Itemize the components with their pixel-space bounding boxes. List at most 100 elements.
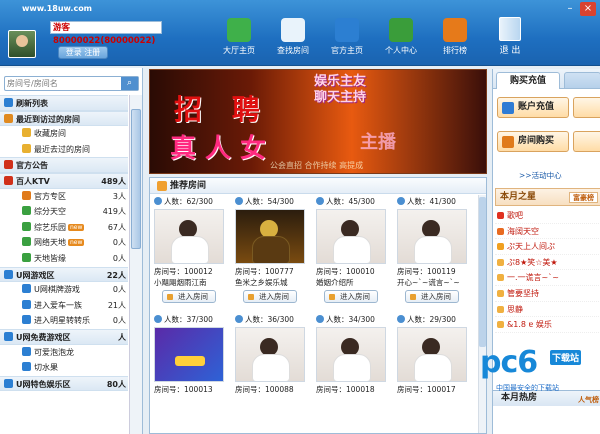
enter-room-button[interactable]: 进入房间 (243, 290, 297, 303)
room-name (235, 395, 313, 407)
star-item[interactable]: ぷ8★笑☆美★ (495, 255, 600, 271)
buy-room-button[interactable]: 房间购买 (497, 131, 569, 152)
exit-button[interactable]: 退 出 (492, 17, 528, 56)
tree-row[interactable]: 收藏房间 (0, 126, 128, 142)
tree-row-count: 67人 (107, 222, 126, 232)
tree-row[interactable]: U网棋牌游戏 0人 (0, 282, 128, 298)
tree-row-label: 官方公告 (16, 161, 48, 171)
star-item[interactable]: 思静 (495, 302, 600, 318)
nav-item-1[interactable]: 查找房间 (266, 18, 320, 56)
room-card[interactable]: 人数：45/300 房间号：100010 婚姻介绍所 进入房间 (316, 196, 394, 303)
search-icon[interactable]: ⌕ (121, 77, 138, 90)
tree-node-icon (22, 221, 31, 231)
users-icon (397, 315, 405, 323)
tree-node-icon (4, 269, 13, 279)
room-thumbnail[interactable] (235, 327, 305, 382)
tree-row-label: 可爱泡泡龙 (34, 347, 74, 357)
room-thumbnail[interactable] (154, 209, 224, 264)
avatar[interactable] (8, 30, 36, 58)
tab-purchase[interactable]: 购买充值 (496, 72, 560, 89)
tree-row[interactable]: 官方专区 3人 (0, 189, 128, 205)
nav-item-3[interactable]: 个人中心 (374, 18, 428, 56)
rooms-title-label: 推荐房间 (170, 181, 207, 191)
star-item[interactable]: &1.8 ɐ 娱乐 (495, 317, 600, 333)
enter-room-button[interactable]: 进入房间 (162, 290, 216, 303)
recharge-button[interactable]: 账户充值 (497, 97, 569, 118)
enter-room-button[interactable]: 进入房间 (405, 290, 459, 303)
tree-row[interactable]: 进入明星转转乐 0人 (0, 313, 128, 329)
tree-row[interactable]: 综分天空 419人 (0, 204, 128, 220)
rooms-scrollbar[interactable] (478, 195, 486, 433)
tree-row[interactable]: 进入爱车一族 21人 (0, 298, 128, 314)
close-icon[interactable]: × (580, 2, 596, 16)
tree-row[interactable]: 可爱泡泡龙 (0, 345, 128, 361)
tree-row[interactable]: 网络天地 new 0人 (0, 235, 128, 251)
scroll-thumb[interactable] (479, 197, 486, 347)
room-card[interactable]: 人数：62/300 房间号：100012 小飓飓烟雨江南 进入房间 (154, 196, 232, 303)
users-icon (316, 315, 324, 323)
new-badge: new (68, 223, 85, 231)
tree-row[interactable]: 刷新列表 (0, 95, 128, 111)
tab-more[interactable] (564, 72, 600, 89)
rich-tab[interactable]: 富豪榜 (569, 192, 598, 203)
tree-row[interactable]: 综艺乐园 new 67人 (0, 220, 128, 236)
tree-node-icon (4, 113, 13, 123)
star-item[interactable]: 歌吧 (495, 208, 600, 224)
room-thumbnail[interactable] (154, 327, 224, 382)
star-item[interactable]: 管要坚持 (495, 286, 600, 302)
scroll-thumb[interactable] (131, 109, 141, 249)
room-card[interactable]: 人数：37/300 房间号：100013 (154, 314, 232, 407)
tree-node-icon (4, 175, 13, 185)
room-card[interactable]: 人数：36/300 房间号：100088 (235, 314, 313, 407)
user-icon (389, 18, 413, 42)
search-icon (281, 18, 305, 42)
room-card[interactable]: 人数：34/300 房间号：100018 (316, 314, 394, 407)
room-card[interactable]: 人数：54/300 房间号：100777 鱼米之乡娱乐城 进入房间 (235, 196, 313, 303)
star-item[interactable]: 海阔天空 (495, 224, 600, 240)
tree-row-label: 综艺乐园 (34, 222, 66, 232)
refresh-icon (227, 18, 251, 42)
enter-room-button[interactable]: 进入房间 (324, 290, 378, 303)
nav-label: 排行榜 (443, 46, 467, 55)
room-card[interactable]: 人数：41/300 房间号：100119 开心~`~谎言~`~ 进入房间 (397, 196, 475, 303)
nav-item-2[interactable]: 官方主页 (320, 18, 374, 56)
tree-row[interactable]: 最近去过的房间 (0, 142, 128, 158)
tree-row[interactable]: 切水果 (0, 360, 128, 376)
room-card[interactable]: 人数：29/300 房间号：100017 (397, 314, 475, 407)
tree-node-icon (22, 284, 31, 294)
room-thumbnail[interactable] (397, 327, 467, 382)
minimize-icon[interactable]: – (562, 2, 578, 16)
nav-item-4[interactable]: 排行榜 (428, 18, 482, 56)
tree-row-count: 0人 (112, 285, 126, 295)
shop-button[interactable] (573, 97, 600, 118)
search-input[interactable] (5, 77, 117, 90)
gift-button[interactable] (573, 131, 600, 152)
tree-row[interactable]: 最近到访过的房间 (0, 110, 128, 127)
tree-row[interactable]: U网免费游戏区 人 (0, 328, 128, 345)
room-name: 婚姻介绍所 (316, 278, 354, 287)
tree-row-label: 收藏房间 (34, 129, 66, 139)
tree-row-count: 3人 (112, 191, 126, 201)
tree-row[interactable]: 天地皆缘 0人 (0, 251, 128, 267)
tree-row[interactable]: U网游戏区 22人 (0, 266, 128, 283)
room-thumbnail[interactable] (397, 209, 467, 264)
room-thumbnail[interactable] (316, 327, 386, 382)
tree-row[interactable]: 百人KTV 489人 (0, 172, 128, 189)
star-item[interactable]: ぷ天上人间ぷ (495, 239, 600, 255)
room-thumbnail[interactable] (235, 209, 305, 264)
recruit-banner[interactable]: 招 聘 娱乐主友 聊天主持 真人女 主播 公会直招 合作持续 高提成 (149, 69, 487, 174)
room-id: 房间号：100012 (154, 267, 213, 276)
tree-row[interactable]: U网特色娱乐区 80人 (0, 375, 128, 392)
tree-row[interactable]: 官方公告 (0, 157, 128, 173)
room-thumbnail[interactable] (316, 209, 386, 264)
room-name (316, 395, 394, 407)
room-name: 开心~`~谎言~`~ (397, 278, 460, 287)
star-item[interactable]: 一.一谎言~`~ (495, 270, 600, 286)
login-register-button[interactable]: 登录 注册 (58, 46, 108, 59)
popularity-tab[interactable]: 人气榜 (578, 393, 599, 408)
left-scrollbar[interactable] (129, 95, 142, 434)
room-id: 房间号：100018 (316, 385, 375, 394)
nav-item-0[interactable]: 大厅主页 (212, 18, 266, 56)
activity-link[interactable]: >>活动中心 (519, 170, 562, 181)
hot-rooms-header: 本月热房 人气榜 (493, 390, 600, 406)
